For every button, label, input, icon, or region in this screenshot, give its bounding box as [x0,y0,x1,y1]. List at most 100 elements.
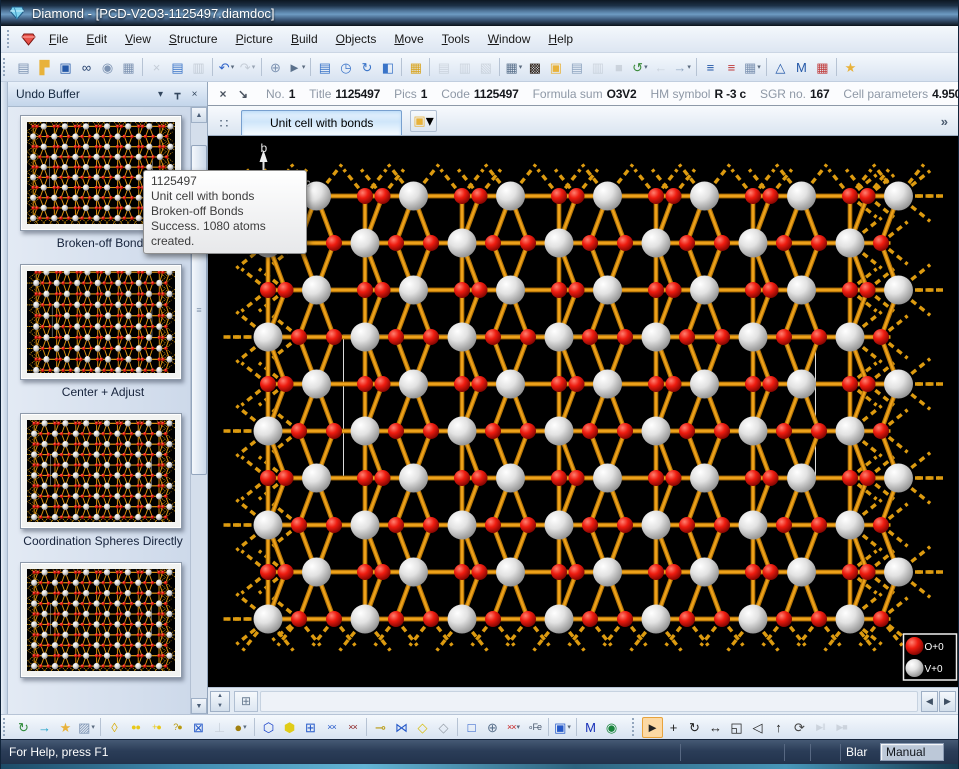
scroll-right-button[interactable]: ▶ [939,691,956,712]
pointer-button[interactable]: ►▾ [286,57,307,78]
menu-help[interactable]: Help [539,28,582,50]
atom-parameters-button[interactable]: ?● [167,717,188,738]
toolbar-grip[interactable] [3,58,9,76]
tab-overview-icon[interactable]: ∷ [211,111,237,135]
atom-legend[interactable]: O+0V+0 [904,634,957,680]
colored-table-button[interactable]: ▦ [812,57,833,78]
data-brief-button[interactable]: ≡ [721,57,742,78]
export-picture-button[interactable]: →▾ [671,57,693,78]
restore-view-button[interactable]: ↻ [356,57,377,78]
picture-grid-button[interactable]: ⊞ [234,691,258,712]
toolbar-grip[interactable] [3,718,9,736]
data-table-button[interactable]: ▦ [405,57,426,78]
destroy-polyhedra-button[interactable]: ×× [321,717,342,738]
tilt-tool-button[interactable]: ↑ [768,717,789,738]
menu-view[interactable]: View [116,28,160,50]
menu-move[interactable]: Move [385,28,432,50]
menu-file[interactable]: File [40,28,77,50]
coordination-net-button[interactable]: ⊠ [188,717,209,738]
dock-menu-button[interactable]: ▾ [152,86,169,103]
menu-edit[interactable]: Edit [77,28,116,50]
move-tool-button[interactable]: ↔ [705,717,726,738]
undo-button[interactable]: ↶▾ [216,57,237,78]
copy-button[interactable]: ▤ [167,57,188,78]
app-icon[interactable] [9,6,25,20]
picture-active-button[interactable]: ▩ [524,57,545,78]
atom-design-button[interactable]: ●▾ [230,717,251,738]
status-edit-box[interactable]: Manual [880,743,944,761]
distances-histogram-button[interactable]: △ [770,57,791,78]
pan-button[interactable]: ⊕ [265,57,286,78]
split-window-button[interactable]: ◧ [377,57,398,78]
structure-wizard-button[interactable]: ★ [55,717,76,738]
edit-bonds-yellow-button[interactable]: ◇ [412,717,433,738]
scroll-left-button[interactable]: ◀ [921,691,938,712]
delete-atoms-button[interactable]: ××▾ [503,717,524,738]
jump-last-button[interactable]: ↘ [234,85,252,103]
measure-mode-button[interactable]: M [580,717,601,738]
history-window-button[interactable]: ◷ [335,57,356,78]
packing-range-button[interactable]: ⊕ [482,717,503,738]
hexagon-filled-button[interactable]: ⬢ [279,717,300,738]
menu-objects[interactable]: Objects [327,28,386,50]
close-table-button[interactable]: × [214,85,232,103]
assistants-button[interactable]: ★ [840,57,861,78]
menu-tools[interactable]: Tools [433,28,479,50]
structure-grid-button[interactable]: ▦▾ [503,57,524,78]
copy-picture-button[interactable]: ▤ [566,57,587,78]
scroll-down-button[interactable]: ▼ [191,698,207,714]
update-picture-button[interactable]: ↻ [13,717,34,738]
apply-to-picture-button[interactable]: → [34,717,55,738]
undo-item-3[interactable] [20,413,182,529]
new-picture-button[interactable]: ▣ ▾ [410,110,436,132]
dock-close-button[interactable]: × [186,86,203,103]
print-button[interactable]: ▦ [118,57,139,78]
scroll-up-button[interactable]: ▲ [191,107,207,123]
print-preview-button[interactable]: ◉ [97,57,118,78]
properties-panel-button[interactable]: ≡ [700,57,721,78]
bond-groups-button[interactable]: ⋈ [391,717,412,738]
zoom-tool-button[interactable]: ◱ [726,717,747,738]
spin-tool-button[interactable]: ⟳ [789,717,810,738]
add-atom-button[interactable]: +● [146,717,167,738]
table-view-button[interactable]: ▦▾ [742,57,763,78]
undo-item-2[interactable] [20,264,182,380]
build-polyhedra-button[interactable]: ⊞ [300,717,321,738]
fill-cell-atoms-button[interactable]: ▣▾ [552,717,573,738]
picture-wizard-button[interactable]: ▨▾ [76,717,97,738]
render-options-button[interactable]: ◉ [601,717,622,738]
document-icon[interactable] [21,33,36,46]
hscrollbar-track[interactable] [260,691,918,712]
menu-build[interactable]: Build [282,28,327,50]
view-direction-tool-button[interactable]: ◁ [747,717,768,738]
fill-color-button[interactable]: ◊ [104,717,125,738]
new-document-button[interactable]: ▤ [13,57,34,78]
select-tool-button[interactable]: ► [642,717,663,738]
navigator-window-button[interactable]: ▤ [314,57,335,78]
menu-window[interactable]: Window [479,28,540,50]
menu-structure[interactable]: Structure [160,28,227,50]
powder-pattern-button[interactable]: M [791,57,812,78]
edit-bonds-gray-button[interactable]: ◇ [433,717,454,738]
rotate-z-tool-button[interactable]: ↻ [684,717,705,738]
save-button[interactable]: ▣ [55,57,76,78]
open-folder-button[interactable]: ▛ [34,57,55,78]
menu-picture[interactable]: Picture [227,28,282,50]
find-button[interactable]: ∞ [76,57,97,78]
tab-unit-cell-with-bonds[interactable]: Unit cell with bonds [241,110,402,135]
picture-history-button[interactable]: ↺▾ [629,57,650,78]
dock-pin-button[interactable]: ┳ [169,86,186,103]
tab-overflow-button[interactable]: » [941,114,948,129]
hexagon-outline-button[interactable]: ⬡ [258,717,279,738]
new-picture-button[interactable]: ▣ [545,57,566,78]
create-bond-button[interactable]: ⊸ [370,717,391,738]
add-all-atoms-button[interactable]: ●● [125,717,146,738]
destroy-all-polyhedra-button[interactable]: ×× [342,717,363,738]
toolbar-grip[interactable] [632,718,638,736]
unit-cell-edges-button[interactable]: □ [461,717,482,738]
structure-canvas[interactable]: bcO+0V+0 [208,136,959,687]
rotate-free-tool-button[interactable]: + [663,717,684,738]
picture-spinner[interactable]: ▲ ▼ [210,691,230,712]
undo-item-4[interactable] [20,562,182,678]
menubar-grip[interactable] [7,30,13,48]
